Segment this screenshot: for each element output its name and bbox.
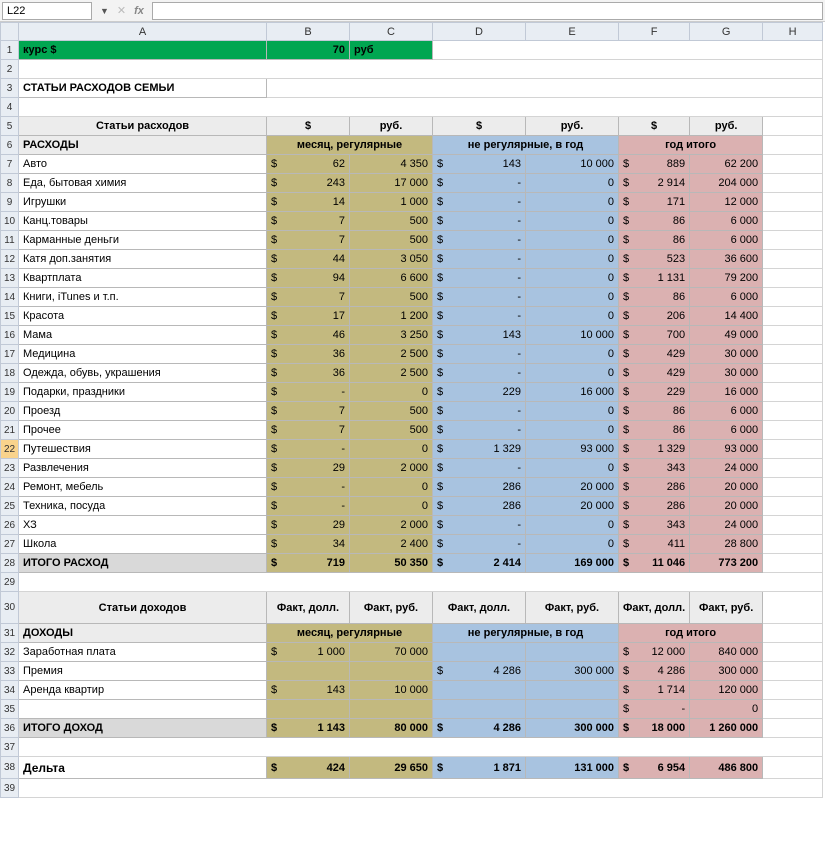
formula-input[interactable]: [152, 2, 823, 20]
formula-bar: ▼ ✕ fx: [0, 0, 825, 22]
col-B[interactable]: B: [267, 23, 350, 41]
col-E[interactable]: E: [526, 23, 619, 41]
col-H[interactable]: H: [763, 23, 823, 41]
col-A[interactable]: A: [19, 23, 267, 41]
spreadsheet-grid[interactable]: A B C D E F G H 1 курс $ 70 руб 23СТАТЬИ…: [0, 22, 823, 798]
col-C[interactable]: C: [350, 23, 433, 41]
select-all[interactable]: [1, 23, 19, 41]
col-G[interactable]: G: [690, 23, 763, 41]
col-header-row: A B C D E F G H: [1, 23, 823, 41]
fx-icon[interactable]: fx: [130, 5, 148, 17]
cancel-icon: ✕: [117, 4, 126, 17]
col-F[interactable]: F: [619, 23, 690, 41]
name-box[interactable]: [2, 2, 92, 20]
name-box-dropdown[interactable]: ▼: [96, 6, 113, 16]
col-D[interactable]: D: [433, 23, 526, 41]
